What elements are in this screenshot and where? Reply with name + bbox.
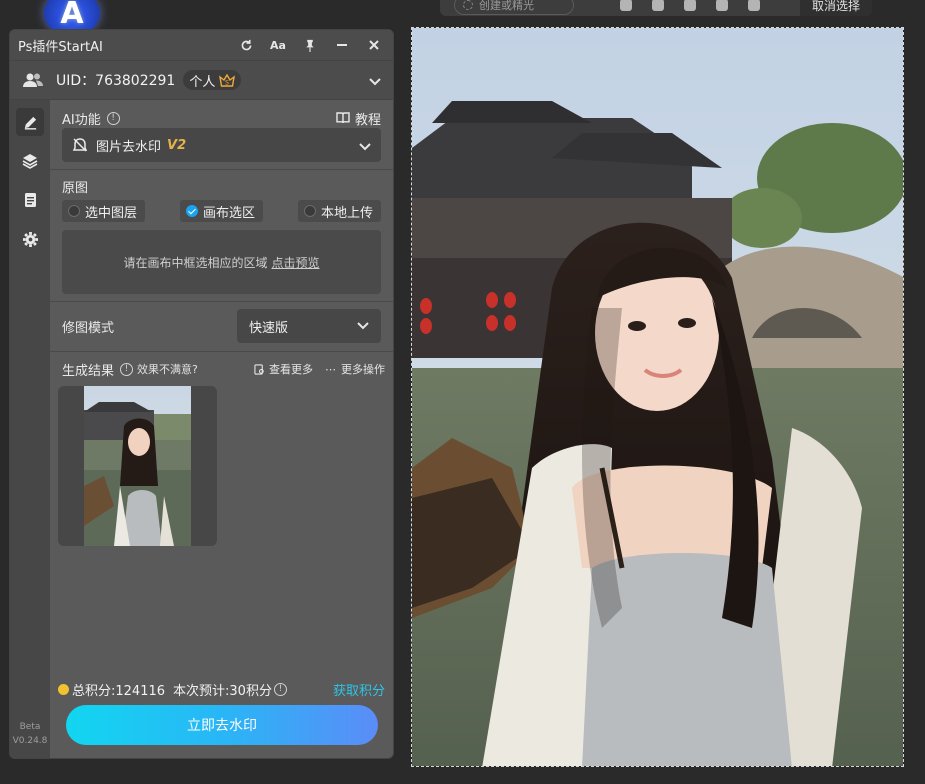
result-thumbnail-card[interactable] — [58, 386, 217, 546]
divider — [50, 351, 393, 352]
book-icon — [336, 112, 350, 124]
toolbar-tool-icon-5[interactable] — [748, 0, 760, 11]
photoshop-canvas-selection[interactable] — [411, 27, 904, 767]
estimated-credits: 本次预计:30积分 — [173, 683, 272, 699]
tutorial-link[interactable]: 教程 — [336, 109, 381, 128]
source-options: 选中图层 画布选区 本地上传 — [62, 200, 381, 222]
credits-row: 总积分:124116 本次预计:30积分 ! 获取积分 — [58, 678, 385, 700]
radio-selected-layer[interactable]: 选中图层 — [62, 200, 146, 222]
repair-mode-label: 修图模式 — [62, 320, 115, 336]
help-icon[interactable]: ! — [273, 682, 287, 696]
minimize-icon[interactable] — [331, 34, 353, 56]
chevron-down-icon[interactable] — [369, 71, 381, 90]
view-more-button[interactable]: 查看更多 — [254, 361, 313, 377]
repair-mode-dropdown[interactable]: 快速版 — [237, 309, 381, 343]
refresh-icon[interactable] — [235, 34, 257, 56]
preview-link[interactable]: 点击预览 — [272, 254, 320, 271]
panel-content: AI功能 ! 教程 图片去水印 V2 原图 选中图层 画布选区 本地上传 请在画… — [50, 100, 393, 758]
divider — [50, 301, 393, 302]
ai-function-header: AI功能 ! 教程 — [50, 106, 393, 130]
toolbar-tool-icon-1[interactable] — [620, 0, 632, 11]
toolbar-tool-icon-2[interactable] — [652, 0, 664, 11]
radio-canvas-selection[interactable]: 画布选区 — [179, 200, 263, 222]
remove-watermark-button[interactable]: 立即去水印 — [66, 705, 378, 745]
side-navigation: Beta V0.24.8 — [10, 100, 50, 758]
help-icon[interactable]: ! — [106, 111, 120, 125]
version-tag: V2 — [167, 137, 187, 153]
chevron-down-icon — [359, 136, 371, 155]
layers-icon — [22, 154, 38, 169]
account-type-badge[interactable]: 个人 S — [183, 70, 242, 90]
results-header: 生成结果 ! 效果不满意? 查看更多 ⋯ 更多操作 — [62, 358, 385, 380]
document-icon — [24, 193, 36, 207]
unsatisfied-link[interactable]: 效果不满意? — [137, 361, 198, 377]
svg-text:S: S — [225, 79, 229, 86]
panel-titlebar: Ps插件StartAI Aa — [10, 30, 393, 60]
source-label: 原图 — [62, 181, 89, 196]
version-label: Beta V0.24.8 — [12, 722, 48, 746]
radio-dot — [68, 205, 80, 217]
nav-layers[interactable] — [16, 147, 44, 175]
toolbar-tool-icon-3[interactable] — [684, 0, 696, 11]
list-search-icon — [254, 363, 264, 375]
get-credits-link[interactable]: 获取积分 — [333, 680, 385, 699]
canvas-photo — [412, 28, 903, 766]
cancel-selection-button[interactable]: 取消选择 — [800, 0, 872, 16]
nav-records[interactable] — [16, 186, 44, 214]
pencil-icon — [24, 116, 36, 130]
hint-text: 请在画布中框选相应的区域 — [123, 255, 268, 270]
users-icon — [22, 71, 44, 89]
help-icon[interactable]: ! — [120, 362, 134, 376]
gear-icon — [22, 231, 38, 247]
toolbar-tool-icon-4[interactable] — [716, 0, 728, 11]
divider — [50, 169, 393, 170]
radio-dot-checked — [185, 205, 198, 217]
repair-mode-row: 修图模式 快速版 — [62, 309, 381, 343]
result-thumbnail-image[interactable] — [84, 386, 191, 546]
user-bar[interactable]: UID：763802291 个人 S — [10, 60, 393, 100]
panel-title: Ps插件StartAI — [18, 39, 103, 55]
radio-local-upload[interactable]: 本地上传 — [297, 200, 381, 222]
font-size-button[interactable]: Aa — [267, 34, 289, 56]
startai-plugin-panel: Ps插件StartAI Aa UID：763802291 个人 S Beta V… — [9, 29, 394, 759]
user-uid: UID：763802291 — [56, 73, 176, 89]
coin-icon — [58, 683, 69, 695]
nav-edit[interactable] — [16, 108, 44, 136]
pin-icon[interactable] — [299, 34, 321, 56]
nav-settings[interactable] — [16, 225, 44, 253]
results-label: 生成结果 — [62, 363, 115, 379]
selected-function: 图片去水印 — [96, 139, 162, 155]
close-icon[interactable] — [363, 34, 385, 56]
ai-function-label: AI功能 — [62, 112, 101, 128]
crown-icon: S — [219, 73, 236, 87]
ai-function-dropdown[interactable]: 图片去水印 V2 — [62, 128, 381, 162]
total-credits: 总积分:124116 — [72, 683, 166, 699]
selection-hint-box: 请在画布中框选相应的区域 点击预览 — [62, 230, 381, 294]
more-actions-button[interactable]: ⋯ 更多操作 — [325, 361, 385, 377]
watermark-remove-icon — [72, 138, 88, 152]
selection-circle-icon — [463, 0, 473, 10]
selection-mode-field[interactable]: 创建或精光 — [454, 0, 574, 15]
radio-dot — [303, 205, 316, 217]
photoshop-context-toolbar: 创建或精光 取消选择 — [440, 0, 872, 16]
ellipsis-icon: ⋯ — [325, 362, 337, 376]
chevron-down-icon — [357, 319, 369, 334]
